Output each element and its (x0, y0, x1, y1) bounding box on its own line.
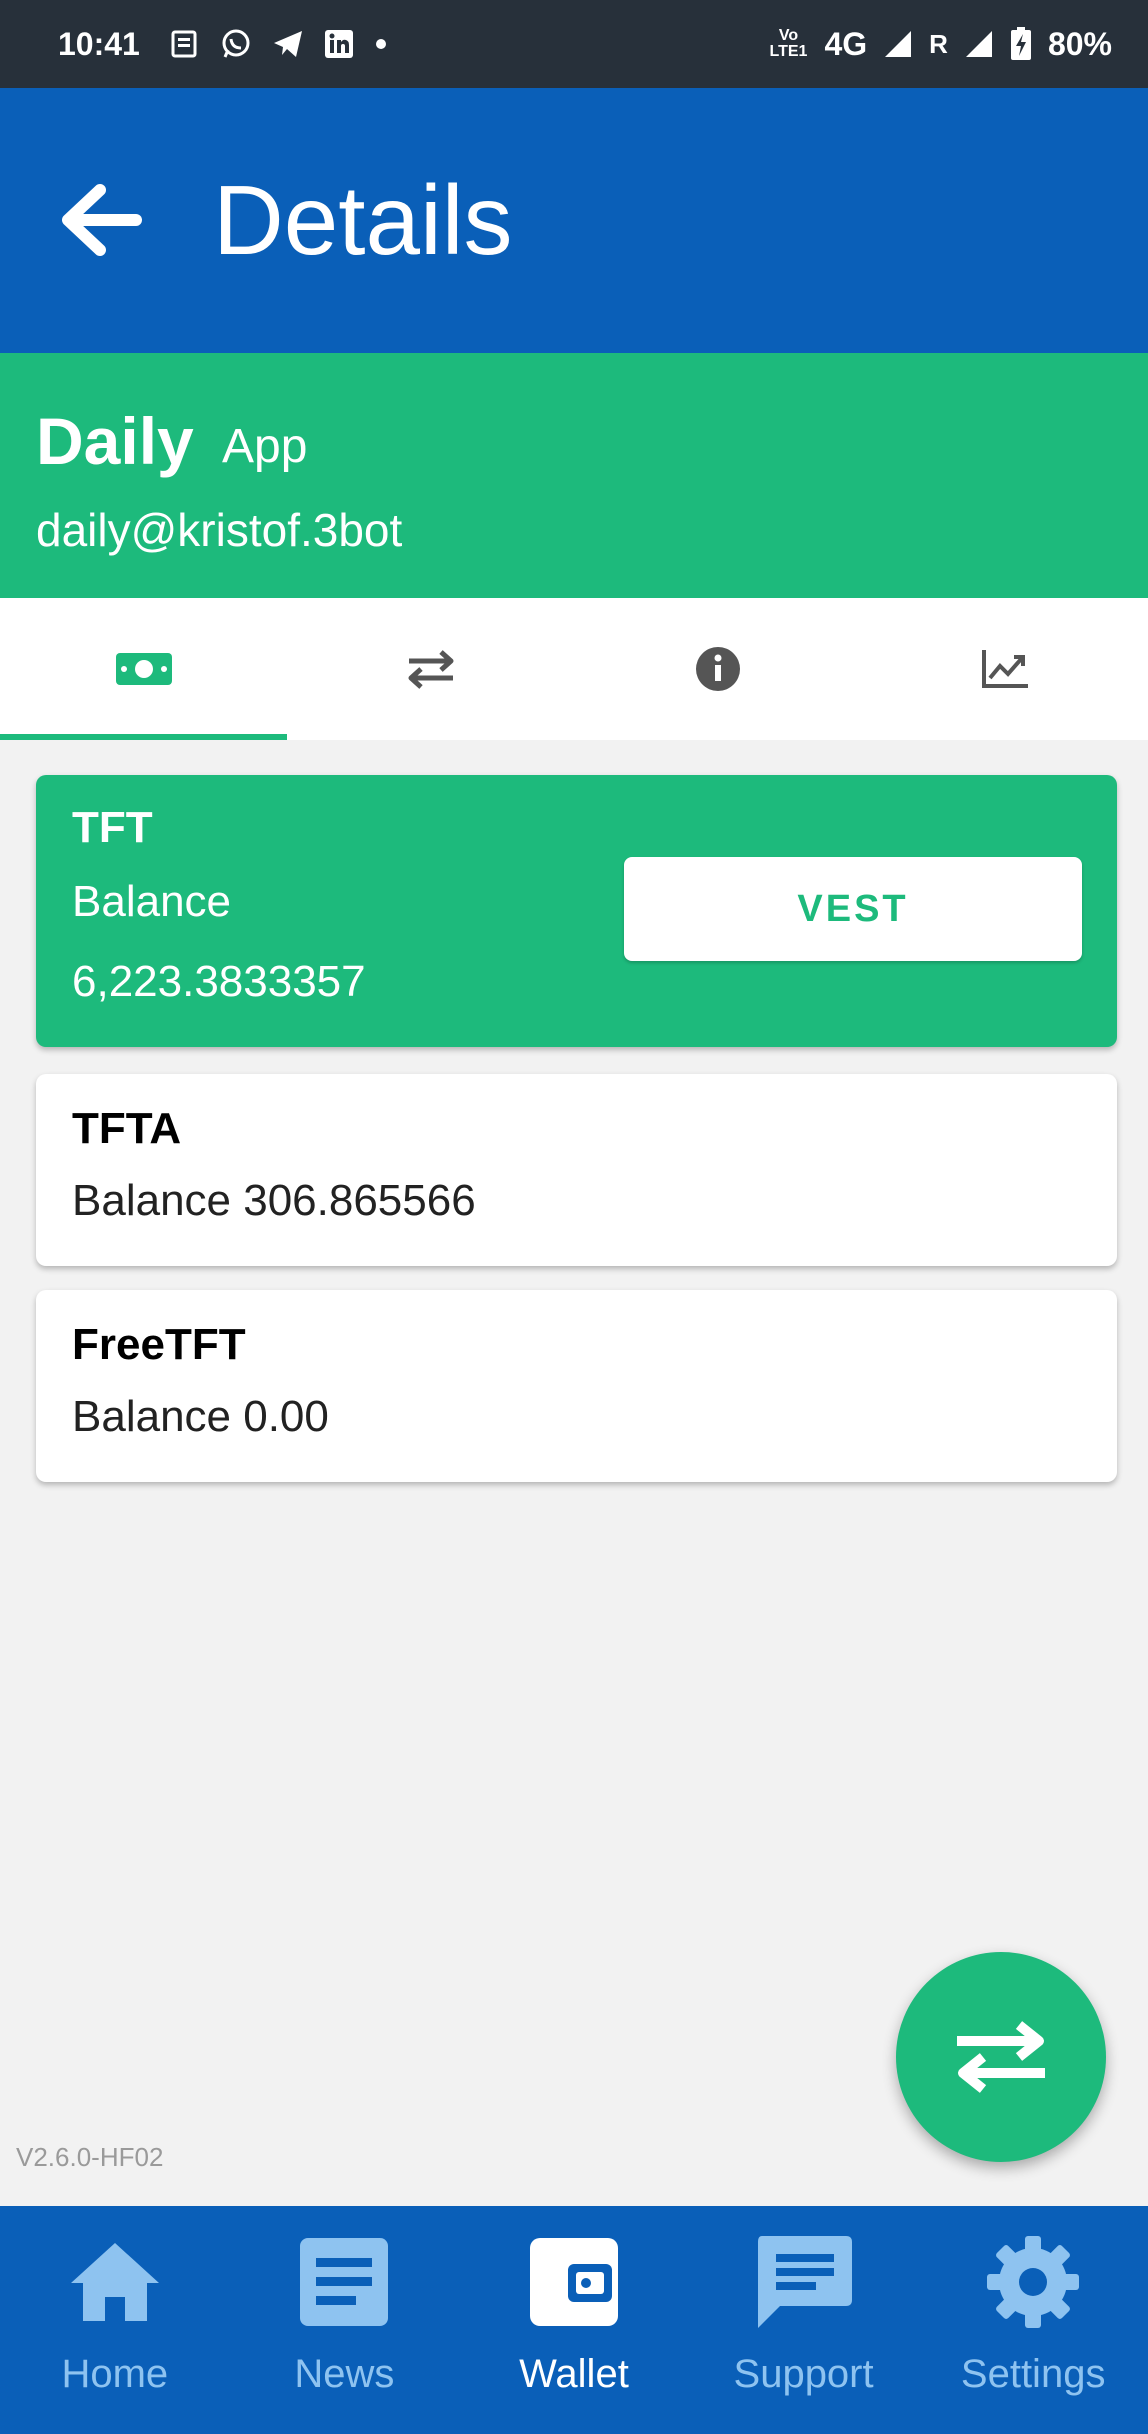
balance-value: Balance 306.865566 (72, 1176, 476, 1225)
tab-chart[interactable] (861, 598, 1148, 740)
coin-name: TFTA (72, 1104, 182, 1153)
balance-value: 6,223.3833357 (72, 957, 366, 1006)
account-email: daily@kristof.3bot (36, 504, 403, 556)
nav-label: Support (733, 2352, 874, 2396)
home-icon (70, 2243, 159, 2321)
balance-label: Balance (72, 877, 232, 926)
arrow-left-icon (62, 184, 142, 256)
balance-value: Balance 0.00 (72, 1392, 329, 1441)
telegram-icon (273, 31, 302, 57)
tab-balances[interactable] (0, 598, 287, 740)
account-type: App (222, 420, 308, 473)
news-icon (171, 30, 197, 58)
system-status: Vo LTE1 4G R 80% (768, 26, 1112, 63)
page-title: Details (213, 165, 513, 275)
tab-transactions[interactable] (287, 598, 574, 740)
volte-indicator: Vo LTE1 (769, 27, 808, 60)
nav-label: Settings (960, 2352, 1106, 2396)
battery-level: 80% (1047, 25, 1112, 62)
app-bar: Details (0, 88, 1148, 353)
wallet-card-freetft[interactable]: FreeTFT Balance 0.00 (36, 1290, 1117, 1482)
nav-wallet[interactable]: Wallet (459, 2206, 689, 2434)
tab-bar (0, 598, 1148, 740)
linkedin-icon (324, 30, 353, 58)
nav-settings[interactable]: Settings (918, 2206, 1148, 2434)
tab-info[interactable] (574, 598, 861, 740)
nav-support[interactable]: Support (689, 2206, 919, 2434)
bottom-nav: Home News Wallet Support Settings (0, 2206, 1148, 2434)
money-icon (115, 653, 172, 685)
nav-label: Wallet (519, 2352, 629, 2396)
signal-icon (965, 31, 992, 57)
nav-label: Home (61, 2352, 169, 2396)
news-icon (300, 2238, 389, 2326)
notification-icons (170, 28, 388, 60)
wallet-card-tft[interactable]: TFT Balance 6,223.3833357 VEST (36, 775, 1117, 1047)
roaming-indicator: R (929, 28, 948, 59)
nav-label: News (294, 2352, 395, 2396)
coin-name: FreeTFT (72, 1320, 246, 1369)
info-icon (695, 647, 740, 691)
back-button[interactable] (48, 168, 153, 273)
vest-button[interactable]: VEST (624, 857, 1082, 961)
network-type: 4G (824, 25, 868, 62)
wallet-icon (529, 2238, 618, 2326)
account-header: Daily App daily@kristof.3bot (0, 353, 1148, 598)
status-bar: 10:41 Vo LTE1 4G R 80% (0, 0, 1148, 88)
status-time: 10:41 (58, 25, 140, 62)
whatsapp-icon (222, 29, 250, 58)
nav-home[interactable]: Home (0, 2206, 230, 2434)
gear-icon (987, 2236, 1080, 2328)
tab-active-indicator (0, 734, 287, 740)
account-name: Daily (36, 404, 194, 478)
swap-icon (957, 2021, 1045, 2093)
battery-charging-icon (1010, 27, 1031, 60)
dot-icon (375, 39, 386, 49)
chart-icon (981, 650, 1028, 688)
wallet-card-tfta[interactable]: TFTA Balance 306.865566 (36, 1074, 1117, 1266)
transfer-fab[interactable] (896, 1952, 1106, 2162)
version-label: V2.6.0-HF02 (16, 2142, 164, 2172)
signal-icon (885, 31, 912, 57)
chat-icon (757, 2236, 852, 2328)
nav-news[interactable]: News (230, 2206, 460, 2434)
transfer-icon (408, 650, 453, 689)
coin-name: TFT (72, 803, 153, 852)
